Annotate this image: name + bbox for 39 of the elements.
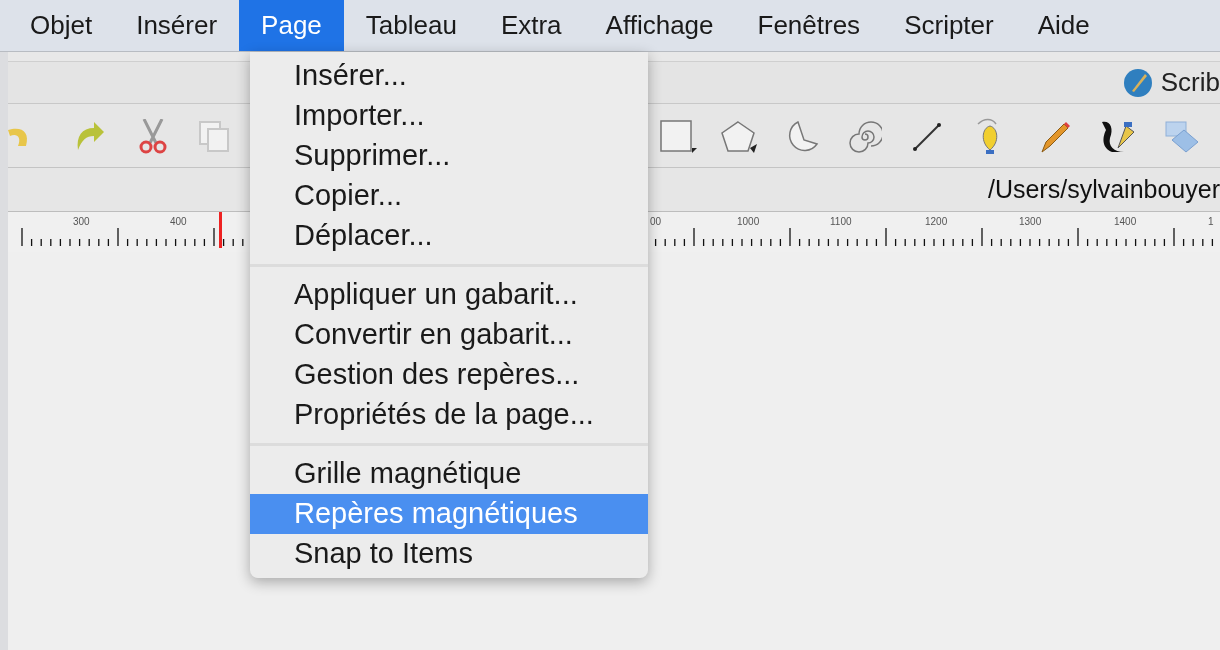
menu-item[interactable]: Importer... xyxy=(250,96,648,136)
ruler-label: 1200 xyxy=(925,215,948,229)
linked-frames-icon[interactable] xyxy=(1164,120,1200,154)
menu-bar-item[interactable]: Insérer xyxy=(114,0,240,51)
ruler-label: 300 xyxy=(73,215,90,229)
polygon-icon[interactable] xyxy=(720,120,760,154)
menu-bar-item[interactable]: Tableau xyxy=(343,0,479,51)
menu-bar-item[interactable]: Affichage xyxy=(583,0,736,51)
menu-item[interactable]: Déplacer... xyxy=(250,216,648,256)
rectangle-icon[interactable] xyxy=(660,120,698,154)
menu-bar-item[interactable]: Fenêtres xyxy=(735,0,883,51)
menu-item[interactable]: Snap to Items xyxy=(250,534,648,574)
menu-item[interactable]: Convertir en gabarit... xyxy=(250,315,648,355)
menu-item[interactable]: Copier... xyxy=(250,176,648,216)
pencil-icon[interactable] xyxy=(1038,120,1072,154)
menu-bar-item[interactable]: Extra xyxy=(478,0,584,51)
line-icon[interactable] xyxy=(912,122,942,152)
ruler-label: 1300 xyxy=(1019,215,1042,229)
menu-item[interactable]: Appliquer un gabarit... xyxy=(250,275,648,315)
ruler-label: 1000 xyxy=(737,215,760,229)
menu-item[interactable]: Propriétés de la page... xyxy=(250,395,648,435)
ruler-label: 400 xyxy=(170,215,187,229)
app-title: Scrib xyxy=(1160,66,1220,99)
spiral-icon[interactable] xyxy=(848,120,882,154)
menu-item[interactable]: Grille magnétique xyxy=(250,454,648,494)
ruler-position-marker xyxy=(219,212,222,248)
menu-bar-item[interactable]: Page xyxy=(239,0,344,51)
menu-bar-item[interactable]: Objet xyxy=(8,0,115,51)
ruler-label: 1400 xyxy=(1114,215,1137,229)
menu-bar-item[interactable]: Scripter xyxy=(882,0,1016,51)
file-path: /Users/sylvainbouyer xyxy=(987,173,1220,205)
menu-bar-item[interactable]: Aide xyxy=(1015,0,1112,51)
ruler-label: 1100 xyxy=(830,215,852,229)
app-logo-icon xyxy=(1122,67,1153,98)
menu-item[interactable]: Gestion des repères... xyxy=(250,355,648,395)
ruler-label: 00 xyxy=(650,215,662,229)
menu-item[interactable]: Supprimer... xyxy=(250,136,648,176)
menu-item[interactable]: Insérer... xyxy=(250,56,648,96)
ruler-label: 1 xyxy=(1208,215,1214,229)
